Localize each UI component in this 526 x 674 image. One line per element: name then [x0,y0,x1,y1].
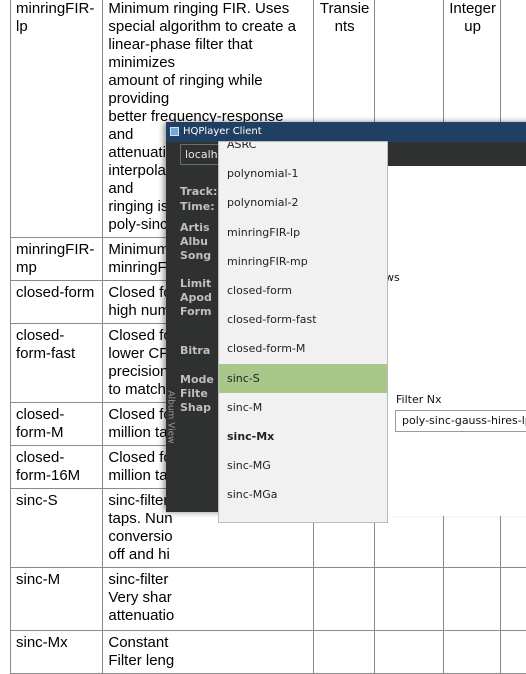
artist-label: Artis [180,221,210,234]
empty-cell [374,631,443,674]
description-line: special algorithm to create a [108,18,309,36]
empty-cell [501,568,526,631]
dropdown-option[interactable]: polynomial-1 [219,159,387,188]
filter-name-cell: sinc-S [11,489,103,568]
dropdown-option[interactable]: sinc-M [219,393,387,422]
time-label: Time: [180,200,215,213]
description-line: Constant [108,634,309,652]
dropdown-option[interactable]: minringFIR-mp [219,247,387,276]
filter-type-cell [314,631,374,674]
description-line: Filter leng [108,652,309,670]
dropdown-option[interactable]: polynomial-2 [219,188,387,217]
mode-label: Mode [180,373,214,386]
dropdown-option[interactable]: closed-form-fast [219,305,387,334]
description-line: Very shar [108,589,309,607]
filter-name-cell: closed-form-16M [11,446,103,489]
filter-name-cell: closed-form [11,281,103,324]
dropdown-option[interactable]: sinc-S [219,364,387,393]
table-row: sinc-Msinc-filterVery sharattenuatio [11,568,526,631]
album-label: Albu [180,235,208,248]
track-label: Track: [180,185,217,198]
dropdown-option[interactable]: sinc-MG [219,451,387,480]
window-title: HQPlayer Client [183,122,262,142]
rate-cell [443,631,501,674]
description-line: sinc-filter [108,571,309,589]
shaper-label: Shap [180,401,211,414]
description-line: off and hi [108,546,309,564]
album-view-tab[interactable]: Album View [165,384,179,454]
format-label: Form [180,305,212,318]
filter-nx-label: Filter Nx [396,393,441,406]
dropdown-option[interactable]: sinc-MGa [219,480,387,509]
filter-name-cell: minringFIR-mp [11,238,103,281]
dropdown-option[interactable]: closed-form [219,276,387,305]
empty-cell [374,568,443,631]
settings-panel [385,166,526,516]
filter-label: Filte [180,387,208,400]
apodizing-label: Apod [180,291,212,304]
filter-description-cell: sinc-filterVery sharattenuatio [103,568,314,631]
filter-name-cell: sinc-M [11,568,103,631]
song-label: Song [180,249,211,262]
description-line: conversio [108,528,309,546]
filter-nx-select[interactable]: poly-sinc-gauss-hires-lp [395,410,526,432]
filter-name-cell: closed-form-fast [11,324,103,403]
filter-type-cell [314,568,374,631]
filter-dropdown-list[interactable]: ASRCpolynomial-1polynomial-2minringFIR-l… [218,141,388,523]
rate-cell [443,568,501,631]
dropdown-option[interactable]: minringFIR-lp [219,218,387,247]
description-line: linear-phase filter that minimizes [108,36,309,72]
title-bar[interactable]: HQPlayer Client [166,122,526,142]
limit-label: Limit [180,277,211,290]
dropdown-option[interactable]: sinc-Mx [219,422,387,451]
table-row: sinc-MxConstantFilter leng [11,631,526,674]
hqplayer-client-window[interactable]: HQPlayer Client localho Track: Time: Art… [166,122,526,512]
dropdown-option[interactable]: ASRC [219,141,387,159]
bitrate-label: Bitra [180,344,210,357]
description-line: Minimum ringing FIR. Uses [108,0,309,18]
app-icon [170,127,179,136]
filter-name-cell: minringFIR-lp [11,0,103,238]
description-line: attenuatio [108,607,309,625]
album-view-label: Album View [166,390,176,443]
description-line: amount of ringing while providing [108,72,309,108]
filter-name-cell: closed-form-M [11,403,103,446]
dropdown-option[interactable]: closed-form-M [219,334,387,363]
empty-cell [501,631,526,674]
filter-description-cell: ConstantFilter leng [103,631,314,674]
filter-name-cell: sinc-Mx [11,631,103,674]
